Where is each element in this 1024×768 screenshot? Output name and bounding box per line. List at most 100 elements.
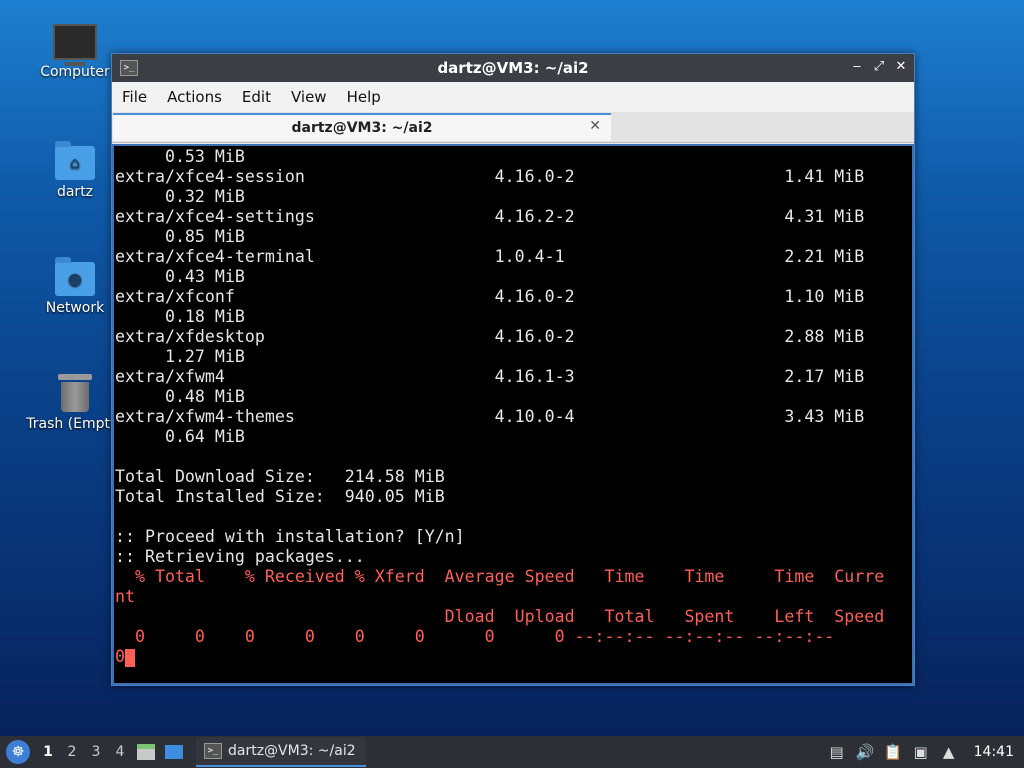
terminal-line-text: 0 xyxy=(115,647,125,666)
terminal-line: :: Proceed with installation? [Y/n] xyxy=(115,527,912,547)
terminal-line-text: extra/xfce4-terminal 1.0.4-1 2.21 MiB xyxy=(115,247,865,266)
terminal-line-text: :: Proceed with installation? [Y/n] xyxy=(115,527,465,546)
desktop-icon-label: Trash (Empty) xyxy=(26,416,124,432)
menu-view[interactable]: View xyxy=(281,88,337,106)
desktop-icon-home[interactable]: ⌂ dartz xyxy=(25,141,125,200)
close-button[interactable]: ✕ xyxy=(894,58,908,76)
terminal-line: Dload Upload Total Spent Left Speed xyxy=(115,607,912,627)
network-folder-icon: ● xyxy=(55,257,95,296)
terminal-line-text: extra/xfwm4 4.16.1-3 2.17 MiB xyxy=(115,367,865,386)
menu-edit[interactable]: Edit xyxy=(232,88,281,106)
window-title: dartz@VM3: ~/ai2 xyxy=(437,59,589,77)
terminal-output[interactable]: 0.53 MiB extra/xfce4-session 4.16.0-2 1.4… xyxy=(112,144,914,685)
workspace-2[interactable]: 2 xyxy=(60,744,84,760)
terminal-line: extra/xfwm4 4.16.1-3 2.17 MiB xyxy=(115,367,912,387)
menu-bar: File Actions Edit View Help xyxy=(112,82,914,112)
whisker-menu-icon[interactable]: ☸ xyxy=(6,740,30,764)
terminal-line: 0.18 MiB xyxy=(115,307,912,327)
clock[interactable]: 14:41 xyxy=(974,744,1014,760)
maximize-button[interactable]: ⤢ xyxy=(872,58,886,76)
taskbar-task-terminal[interactable]: >_ dartz@VM3: ~/ai2 xyxy=(196,737,366,767)
terminal-line: extra/xfce4-settings 4.16.2-2 4.31 MiB xyxy=(115,207,912,227)
terminal-line: extra/xfce4-terminal 1.0.4-1 2.21 MiB xyxy=(115,247,912,267)
terminal-line: extra/xfdesktop 4.16.0-2 2.88 MiB xyxy=(115,327,912,347)
terminal-cursor xyxy=(125,648,135,667)
terminal-line: 0.53 MiB xyxy=(115,147,912,167)
terminal-line-text: 0.18 MiB xyxy=(115,307,245,326)
terminal-tab[interactable]: dartz@VM3: ~/ai2 ✕ xyxy=(113,113,611,141)
terminal-line-text: nt xyxy=(115,587,135,606)
terminal-line-text: 0 0 0 0 0 0 0 0 --:--:-- --:--:-- --:--:… xyxy=(115,627,835,646)
desktop-icon-computer[interactable]: Computer xyxy=(25,24,125,80)
terminal-line: 0.32 MiB xyxy=(115,187,912,207)
terminal-line-text: % Total % Received % Xferd Average Speed… xyxy=(115,567,885,586)
clipboard-icon[interactable]: ▤ xyxy=(828,743,846,761)
volume-icon[interactable]: 🔊 xyxy=(856,743,875,761)
minimize-button[interactable]: ‒ xyxy=(850,58,864,76)
terminal-line: :: Retrieving packages... xyxy=(115,547,912,567)
terminal-line: Total Installed Size: 940.05 MiB xyxy=(115,487,912,507)
notes-icon[interactable]: 📋 xyxy=(884,743,903,761)
terminal-line: % Total % Received % Xferd Average Speed… xyxy=(115,567,912,587)
menu-file[interactable]: File xyxy=(112,88,157,106)
terminal-window: >_ dartz@VM3: ~/ai2 ‒ ⤢ ✕ File Actions E… xyxy=(111,53,915,686)
terminal-line-text: extra/xfdesktop 4.16.0-2 2.88 MiB xyxy=(115,327,865,346)
terminal-line: Total Download Size: 214.58 MiB xyxy=(115,467,912,487)
computer-icon xyxy=(53,24,97,66)
network-icon[interactable]: ▣ xyxy=(912,743,930,761)
workspace-1[interactable]: 1 xyxy=(36,744,60,760)
terminal-line-text: :: Retrieving packages... xyxy=(115,547,365,566)
show-desktop-icon[interactable] xyxy=(164,743,184,761)
desktop-icon-label: dartz xyxy=(56,184,94,200)
home-folder-icon: ⌂ xyxy=(55,141,95,180)
menu-help[interactable]: Help xyxy=(337,88,391,106)
desktop-icon-label: Network xyxy=(45,300,105,316)
terminal-line: 1.27 MiB xyxy=(115,347,912,367)
terminal-line: extra/xfconf 4.16.0-2 1.10 MiB xyxy=(115,287,912,307)
terminal-line: extra/xfwm4-themes 4.10.0-4 3.43 MiB xyxy=(115,407,912,427)
updates-icon[interactable]: ▲ xyxy=(940,743,958,761)
terminal-line-text: Total Download Size: 214.58 MiB xyxy=(115,467,445,486)
terminal-line: 0.43 MiB xyxy=(115,267,912,287)
terminal-line-text: extra/xfce4-session 4.16.0-2 1.41 MiB xyxy=(115,167,865,186)
taskbar-task-title: dartz@VM3: ~/ai2 xyxy=(228,743,356,759)
terminal-line-text: Total Installed Size: 940.05 MiB xyxy=(115,487,445,506)
terminal-line-text: 0.48 MiB xyxy=(115,387,245,406)
terminal-line-text: 1.27 MiB xyxy=(115,347,245,366)
desktop-icon-trash[interactable]: Trash (Empty) xyxy=(25,374,125,432)
system-tray: ▤ 🔊 📋 ▣ ▲ 14:41 xyxy=(828,743,1024,761)
desktop-icon-network[interactable]: ● Network xyxy=(25,257,125,316)
tab-title: dartz@VM3: ~/ai2 xyxy=(291,120,433,136)
terminal-line-text: Dload Upload Total Spent Left Speed xyxy=(115,607,885,626)
window-titlebar[interactable]: >_ dartz@VM3: ~/ai2 ‒ ⤢ ✕ xyxy=(112,54,914,82)
file-manager-icon[interactable] xyxy=(136,743,156,761)
terminal-line: 0.64 MiB xyxy=(115,427,912,447)
workspace-4[interactable]: 4 xyxy=(108,744,132,760)
tab-close-icon[interactable]: ✕ xyxy=(589,118,601,134)
terminal-line-text: 0.85 MiB xyxy=(115,227,245,246)
terminal-line-text: 0.43 MiB xyxy=(115,267,245,286)
trash-icon xyxy=(58,374,92,412)
terminal-line: 0 0 0 0 0 0 0 0 --:--:-- --:--:-- --:--:… xyxy=(115,627,912,647)
terminal-line-text: 0.32 MiB xyxy=(115,187,245,206)
taskbar: ☸ 1 2 3 4 >_ dartz@VM3: ~/ai2 ▤ 🔊 📋 ▣ ▲ … xyxy=(0,736,1024,768)
terminal-line-text: 0.53 MiB xyxy=(115,147,245,166)
tab-bar: dartz@VM3: ~/ai2 ✕ xyxy=(112,112,914,143)
terminal-line-text: 0.64 MiB xyxy=(115,427,245,446)
terminal-task-icon: >_ xyxy=(204,743,222,759)
terminal-line-text: extra/xfwm4-themes 4.10.0-4 3.43 MiB xyxy=(115,407,865,426)
terminal-line: 0.85 MiB xyxy=(115,227,912,247)
terminal-line-text: extra/xfce4-settings 4.16.2-2 4.31 MiB xyxy=(115,207,865,226)
menu-actions[interactable]: Actions xyxy=(157,88,232,106)
workspace-3[interactable]: 3 xyxy=(84,744,108,760)
terminal-line-text: extra/xfconf 4.16.0-2 1.10 MiB xyxy=(115,287,865,306)
terminal-line: 0.48 MiB xyxy=(115,387,912,407)
terminal-app-icon: >_ xyxy=(120,60,138,76)
desktop-icon-label: Computer xyxy=(40,64,110,80)
terminal-line: 0 xyxy=(115,647,912,667)
terminal-lines: 0.53 MiB extra/xfce4-session 4.16.0-2 1.4… xyxy=(114,147,912,667)
terminal-line: extra/xfce4-session 4.16.0-2 1.41 MiB xyxy=(115,167,912,187)
terminal-line: nt xyxy=(115,587,912,607)
